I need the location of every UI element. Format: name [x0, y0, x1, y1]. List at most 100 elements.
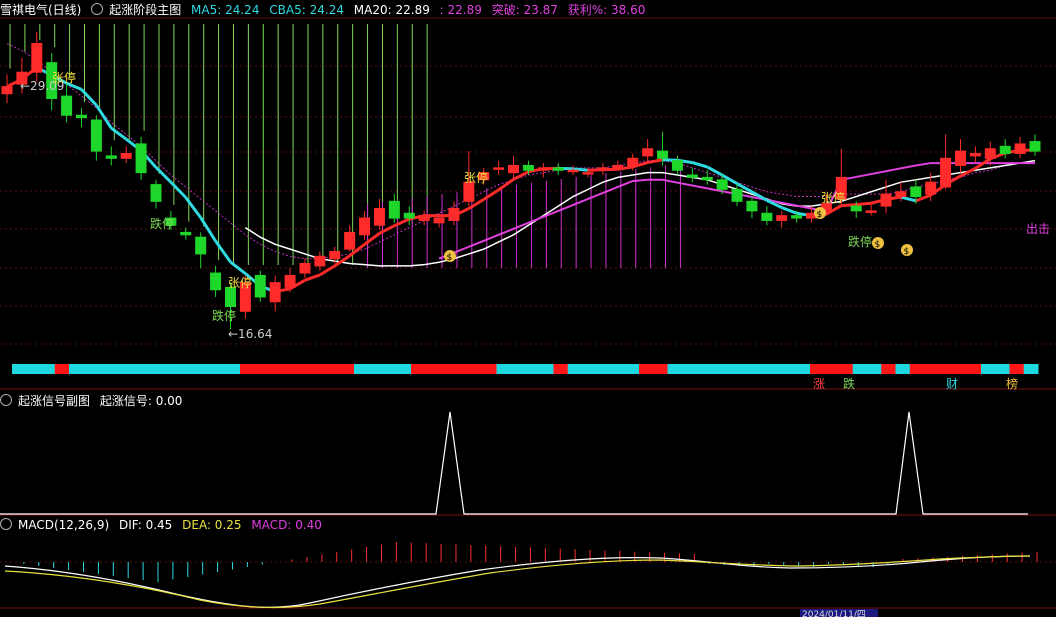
limit-up-label: 张停 [52, 70, 76, 85]
ma5-line-segment [229, 260, 247, 275]
money-bag-icon: $ [817, 210, 823, 220]
settings-icon[interactable] [0, 518, 12, 530]
indicator-name[interactable]: 起涨阶段主图 [109, 3, 181, 17]
candle-body [150, 184, 162, 202]
candle-body [254, 274, 266, 298]
signal-bar-segment [439, 364, 455, 374]
candle-body [865, 210, 877, 213]
dea-value: DEA: 0.25 [182, 518, 242, 532]
candle-body [716, 179, 728, 190]
signal-bar-segment [838, 364, 854, 374]
candle-body [955, 150, 967, 166]
limit-down-label: 跌停 [212, 308, 236, 323]
signal-bar-segment [411, 364, 426, 374]
signal-bar-segment [297, 364, 312, 374]
candle-body [75, 114, 87, 119]
limit-down-label: 跌停 [150, 216, 174, 231]
low-price-label: ←16.64 [228, 327, 272, 341]
ma5-line-segment [214, 240, 232, 263]
money-bag-icon: $ [904, 247, 910, 257]
signal-bar-segment [909, 364, 925, 374]
ma5-line-segment [110, 126, 128, 141]
candle-body [31, 43, 43, 73]
candle-body [61, 95, 73, 116]
candle-body [1014, 143, 1026, 155]
macd-name[interactable]: MACD(12,26,9) [18, 518, 109, 532]
candle-body [135, 143, 147, 174]
signal-bar-segment [339, 364, 355, 374]
ma5-line-segment [497, 178, 515, 192]
ma5-line-segment [304, 273, 321, 282]
macd-value: MACD: 0.40 [251, 518, 322, 532]
signal-bar-segment [111, 364, 127, 374]
stock-title[interactable]: 雪祺电气(日线) [0, 3, 81, 17]
limit-up-label: 张停 [464, 170, 488, 185]
signal-bar-segment [54, 364, 70, 374]
signal-bar-segment [1023, 364, 1039, 374]
macd-panel-header: MACD(12,26,9) DIF: 0.45 DEA: 0.25 MACD: … [0, 517, 328, 533]
tupo-value: 突破: 23.87 [491, 3, 558, 17]
ma5-value: MA5: 24.24 [191, 3, 260, 17]
signal-bar-segment [311, 364, 326, 374]
candle-body [433, 217, 445, 224]
signal-bar-segment [12, 364, 27, 374]
signal-bar-segment [710, 364, 725, 374]
signal-bar-segment [795, 364, 811, 374]
ma5-line-segment [319, 264, 336, 277]
candle-body [493, 167, 505, 170]
candle-body [776, 215, 788, 221]
signal-bar-segment [140, 364, 155, 374]
signal-bar-segment [240, 364, 255, 374]
signal-bar-segment [895, 364, 911, 374]
signal-bar-segment [97, 364, 113, 374]
sub1-value: 起涨信号: 0.00 [99, 394, 183, 408]
signal-bar-segment [396, 364, 412, 374]
candle-body [1, 86, 13, 95]
ma5-line-segment [378, 224, 396, 235]
signal-bar-segment [510, 364, 526, 374]
ma5-line-segment [184, 196, 202, 219]
candle-body [686, 174, 698, 178]
limit-up-label: 张停 [821, 190, 845, 205]
signal-bar-segment [981, 364, 996, 374]
signal-bar-segment [867, 364, 882, 374]
signal-bar-segment [653, 364, 668, 374]
ma20-value: MA20: 22.89 [353, 3, 430, 17]
signal-bar-segment [738, 364, 754, 374]
signal-label-cai: 财 [946, 377, 958, 391]
signal-bar-segment [254, 364, 269, 374]
dea-line [4, 555, 1031, 609]
candle-body [269, 282, 281, 303]
signal-bar-segment [696, 364, 711, 374]
settings-icon[interactable] [0, 394, 12, 406]
ma5-line-segment [691, 161, 708, 169]
signal-label-die: 跌 [843, 376, 855, 391]
ma5-line-segment [80, 88, 98, 107]
signal-bar-segment [225, 364, 241, 374]
candle-body [180, 231, 192, 236]
signal-bar-segment [924, 364, 939, 374]
sub1-name[interactable]: 起涨信号副图 [18, 394, 90, 408]
signal-bar-segment [453, 364, 469, 374]
main-panel-header: 雪祺电气(日线) 起涨阶段主图 MA5: 24.24 CBA5: 24.24 M… [0, 2, 651, 18]
ma5-line-segment [393, 217, 410, 228]
candle-body [999, 145, 1011, 155]
settings-icon[interactable] [91, 3, 104, 15]
candle-body [984, 148, 996, 159]
signal-bar-segment [1009, 364, 1025, 374]
ma5-line-segment [647, 158, 663, 165]
candle-body [582, 172, 594, 175]
candle-body [552, 167, 564, 171]
signal-bar-segment [354, 364, 369, 374]
candle-body [105, 155, 117, 159]
signal-bar-segment [553, 364, 569, 374]
signal-bar-segment [881, 364, 896, 374]
candle-body [895, 191, 907, 198]
signal-bar-segment [810, 364, 825, 374]
signal-bar-segment [126, 364, 141, 374]
signal-bar-segment [952, 364, 968, 374]
candle-body [925, 181, 937, 195]
huoli-value: 获利%: 38.60 [567, 3, 646, 17]
signal-bar-segment [767, 364, 782, 374]
ma5-line-segment [900, 195, 917, 203]
